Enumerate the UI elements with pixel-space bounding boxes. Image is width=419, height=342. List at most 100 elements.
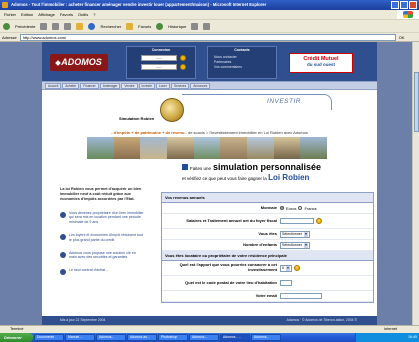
bullet-text[interactable]: Vous devenez propriétaire d'un bien immo… <box>69 211 144 225</box>
euros-radio[interactable] <box>280 206 284 210</box>
taskbar-item[interactable]: Manuel... <box>65 334 95 341</box>
taskbar-item[interactable]: Adomos... <box>251 334 281 341</box>
robien-coin-image <box>160 98 184 122</box>
form-row-apport: Quel est l'apport que vous pourriez cons… <box>162 261 373 276</box>
password-ok-button[interactable] <box>180 64 186 70</box>
property-photo <box>113 137 141 159</box>
taskbar-item-active[interactable]: Adomos - ... <box>220 334 250 341</box>
menu-affichage[interactable]: Affichage <box>38 12 55 17</box>
form-row-salaires: Salaires et Traitement annuel net du foy… <box>162 214 373 229</box>
nav-louer[interactable]: Louer <box>155 82 170 89</box>
investir-heading: INVESTIR <box>267 98 301 105</box>
close-button[interactable] <box>409 1 417 9</box>
property-photo-strip <box>87 137 328 159</box>
search-icon[interactable] <box>88 22 96 30</box>
taskbar-item[interactable]: Adomos... <box>96 334 126 341</box>
form-section-residence: Vous êtes locataire ou propriétaire de v… <box>162 251 373 261</box>
status-text: Terminé <box>10 327 24 331</box>
login-ok-button[interactable] <box>180 55 186 61</box>
windows-logo <box>397 10 419 19</box>
vertical-scrollbar[interactable] <box>412 42 419 325</box>
password-field[interactable]: ----- <box>141 64 177 70</box>
web-page: ADOMOS Connexion ----- ----- Contacts No… <box>42 42 377 325</box>
salaires-input[interactable] <box>280 218 314 224</box>
enfants-select-value: Sélectionner <box>282 242 302 247</box>
nav-acheter[interactable]: Acheter <box>62 82 80 89</box>
comments-link[interactable]: Vos commentaires <box>214 65 276 70</box>
menu-help[interactable]: ? <box>93 12 95 17</box>
taskbar: Démarrer Documents Manuel... Adomos... A… <box>0 333 419 342</box>
forward-arrow-icon[interactable] <box>40 22 48 30</box>
search-button[interactable]: Rechercher <box>100 24 121 29</box>
scrollbar-thumb[interactable] <box>414 72 419 132</box>
menu-edition[interactable]: Edition <box>21 12 33 17</box>
bullet-icon <box>60 234 66 240</box>
home-icon[interactable] <box>76 22 84 30</box>
menu-favoris[interactable]: Favoris <box>60 12 73 17</box>
chevron-down-icon: ▼ <box>303 242 308 248</box>
browser-viewport: ADOMOS Connexion ----- ----- Contacts No… <box>0 42 419 325</box>
minimize-button[interactable] <box>391 1 399 9</box>
investir-banner: INVESTIR Simulation Robien - d'impôts + … <box>42 90 377 182</box>
print-icon[interactable] <box>203 22 211 30</box>
info-bullet: Adomos vous propose une solution clé en … <box>60 251 144 261</box>
form-row-situation: Vous êtes Sélectionner ▼ <box>162 229 373 240</box>
bullet-text[interactable]: Le seul contrat d'achat... <box>69 268 108 275</box>
email-input[interactable] <box>280 293 322 299</box>
logo-text: ADOMOS <box>61 57 102 67</box>
credit-mutuel-ad[interactable]: Crédit Mutuel du sud ouest <box>289 53 353 73</box>
toolbar: Précédente Rechercher Favoris Historique <box>0 19 419 32</box>
nav-vendre[interactable]: Vendre <box>121 82 138 89</box>
mail-icon[interactable] <box>191 22 199 30</box>
taskbar-item[interactable]: Photoshop <box>158 334 188 341</box>
menu-outils[interactable]: Outils <box>78 12 88 17</box>
contact-title: Contacts <box>234 48 250 52</box>
apport-select[interactable]: 0 ▼ <box>280 264 292 272</box>
back-arrow-icon[interactable] <box>3 22 10 30</box>
tagline-revenu: + de revenu <box>162 130 185 135</box>
security-zone: Internet <box>384 327 397 331</box>
address-input[interactable]: http://www.adomos.com/ <box>19 33 396 41</box>
bullet-text[interactable]: Les loyers et économies d'impôt réduisen… <box>69 233 144 243</box>
enfants-select[interactable]: Sélectionner ▼ <box>280 241 310 249</box>
francs-radio[interactable] <box>298 206 303 210</box>
contact-box: Contacts Nous contacter Partenaires Vos … <box>207 46 277 79</box>
property-photo <box>300 137 328 159</box>
maximize-button[interactable] <box>400 1 408 9</box>
adomos-logo[interactable]: ADOMOS <box>50 54 108 71</box>
history-icon[interactable] <box>156 22 164 30</box>
menu-fichier[interactable]: Fichier <box>4 12 16 17</box>
codepostal-input[interactable] <box>280 280 292 286</box>
favorites-button[interactable]: Favoris <box>138 24 151 29</box>
taskbar-item[interactable]: Adomos... <box>189 334 219 341</box>
taskbar-item[interactable]: Adomos as... <box>127 334 157 341</box>
refresh-icon[interactable] <box>64 22 72 30</box>
property-photo <box>273 137 301 159</box>
taskbar-item[interactable]: Documents <box>34 334 64 341</box>
help-icon[interactable]: ? <box>316 218 322 224</box>
apport-label: Quel est l'apport que vous pourriez cons… <box>179 262 277 272</box>
history-button[interactable]: Historique <box>168 24 186 29</box>
go-button[interactable]: OK <box>399 35 405 40</box>
help-icon[interactable]: ? <box>294 265 300 271</box>
nav-amenager[interactable]: Aménager <box>99 82 121 89</box>
form-row-codepostal: Quel est le code postal de votre lieu d'… <box>162 276 373 291</box>
form-row-email: Votre email <box>162 291 373 302</box>
bullet-text[interactable]: Adomos vous propose une solution clé en … <box>69 251 144 261</box>
apport-select-value: 0 <box>282 265 284 270</box>
windows-flag-icon <box>403 11 413 18</box>
situation-label: Vous êtes <box>258 230 277 236</box>
stop-icon[interactable] <box>52 22 60 30</box>
start-button[interactable]: Démarrer <box>0 333 33 342</box>
back-button[interactable]: Précédente <box>15 24 35 29</box>
address-label: Adresse <box>2 34 17 40</box>
nav-annonces[interactable]: Annonces <box>190 82 211 89</box>
nav-accueil[interactable]: Accueil <box>45 82 62 89</box>
nav-services[interactable]: Services <box>170 82 190 89</box>
nav-investir[interactable]: Investir <box>138 82 155 89</box>
situation-select[interactable]: Sélectionner ▼ <box>280 230 310 238</box>
favorites-icon[interactable] <box>126 22 134 30</box>
nav-financer[interactable]: Financer <box>80 82 99 89</box>
square-bullet-icon <box>182 164 188 170</box>
login-field[interactable]: ----- <box>141 55 177 61</box>
